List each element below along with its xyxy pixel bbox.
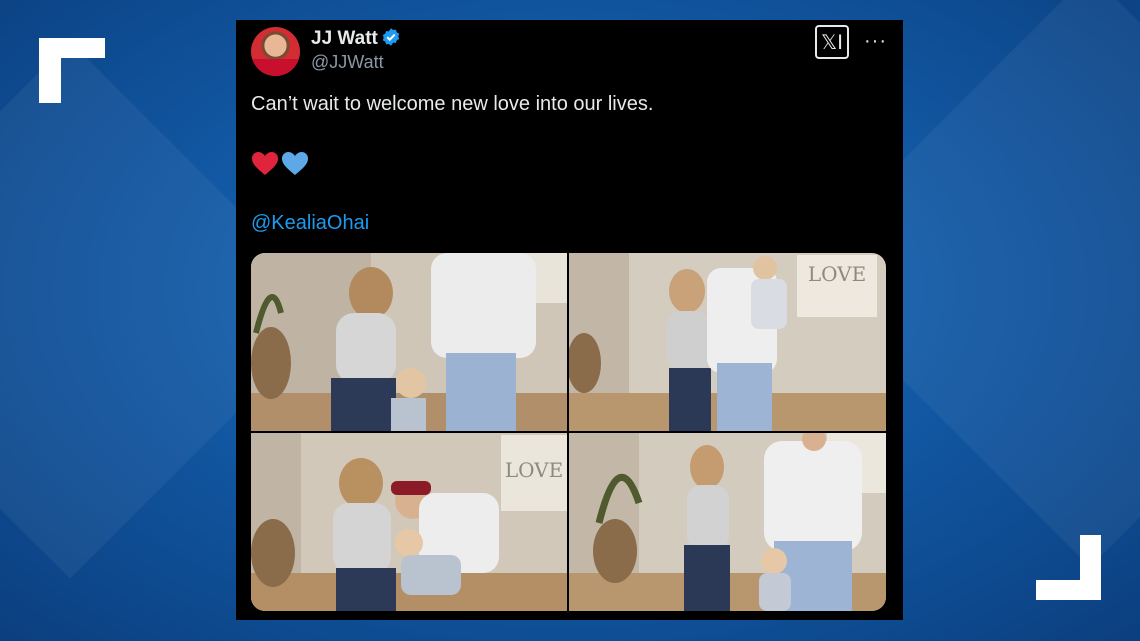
corner-bracket-top-left bbox=[39, 38, 105, 103]
photo-2[interactable]: LOVE bbox=[569, 253, 886, 431]
photo-4[interactable] bbox=[569, 433, 886, 611]
more-options-icon[interactable]: ··· bbox=[864, 30, 887, 53]
photo-1[interactable] bbox=[251, 253, 567, 431]
corner-bracket-bottom-right bbox=[1036, 535, 1101, 600]
tweet-card: JJ Watt @JJWatt 𝕏Ⅰ ··· Can’t wait to wel… bbox=[236, 20, 903, 620]
blue-heart-icon bbox=[282, 152, 308, 175]
author-handle[interactable]: @JJWatt bbox=[311, 52, 384, 73]
svg-text:LOVE: LOVE bbox=[505, 458, 563, 482]
photo-3[interactable]: LOVE bbox=[251, 433, 567, 611]
verified-badge-icon bbox=[382, 28, 400, 46]
avatar[interactable] bbox=[251, 27, 300, 76]
tweet-text: Can’t wait to welcome new love into our … bbox=[251, 93, 654, 115]
red-heart-icon bbox=[252, 152, 278, 175]
x-logo-icon[interactable]: 𝕏Ⅰ bbox=[815, 25, 849, 59]
author-name[interactable]: JJ Watt bbox=[311, 28, 378, 50]
photo-grid: LOVE LOVE bbox=[251, 253, 886, 611]
mention-link[interactable]: @KealiaOhai bbox=[251, 212, 369, 235]
love-sign-text: LOVE bbox=[808, 262, 866, 286]
hearts-emoji bbox=[252, 152, 308, 175]
